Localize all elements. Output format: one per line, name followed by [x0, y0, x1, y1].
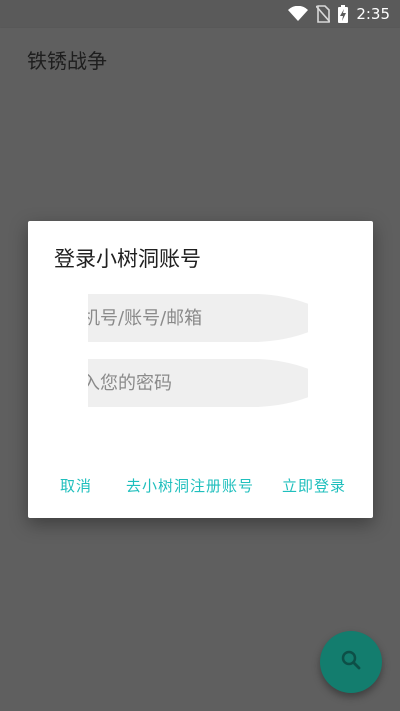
password-input[interactable]: [88, 359, 308, 407]
cancel-button[interactable]: 取消: [60, 475, 92, 496]
wifi-icon: [288, 6, 309, 22]
search-icon: [339, 648, 363, 676]
dialog-title: 登录小树洞账号: [54, 247, 201, 271]
dialog-actions: 取消 去小树洞注册账号 立即登录: [28, 475, 373, 499]
login-button[interactable]: 立即登录: [282, 475, 346, 496]
register-button[interactable]: 去小树洞注册账号: [126, 475, 254, 496]
login-dialog: 登录小树洞账号 取消 去小树洞注册账号 立即登录: [28, 221, 373, 518]
status-bar: 2:35: [0, 0, 400, 28]
password-field-container: [88, 359, 308, 407]
status-time: 2:35: [356, 5, 390, 23]
username-field-container: [88, 294, 308, 342]
username-input[interactable]: [88, 294, 308, 342]
battery-charging-icon: [338, 5, 349, 23]
app-title: 铁锈战争: [27, 48, 107, 73]
app-bar: 铁锈战争: [0, 28, 400, 90]
no-sim-icon: [316, 5, 331, 23]
search-fab[interactable]: [320, 631, 382, 693]
